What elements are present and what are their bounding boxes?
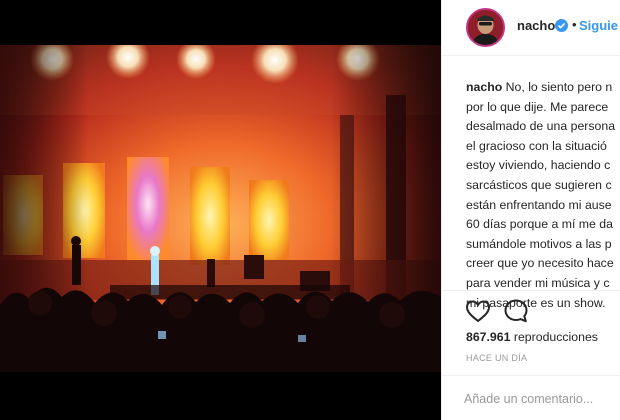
caption-username[interactable]: nacho xyxy=(466,80,502,94)
instagram-post: nacho • Siguie nacho No, lo siento pero … xyxy=(0,0,620,420)
post-header: nacho • Siguie xyxy=(442,0,620,56)
caption-line: creer que yo necesito hace xyxy=(466,256,614,271)
caption-line: están enfrentando mi ause xyxy=(466,197,612,212)
comment-bubble-icon[interactable] xyxy=(503,298,529,324)
caption-line: estoy viviendo, haciendo c xyxy=(466,158,611,173)
header-username[interactable]: nacho xyxy=(517,18,555,33)
post-media[interactable] xyxy=(0,0,441,420)
comment-input[interactable] xyxy=(464,388,619,410)
post-caption: nacho No, lo siento pero n por lo que di… xyxy=(466,78,620,313)
avatar[interactable] xyxy=(466,8,505,47)
follow-button[interactable]: Siguie xyxy=(579,18,618,33)
concert-video-frame[interactable] xyxy=(0,45,441,372)
caption-line: por lo que dije. Me parece xyxy=(466,99,609,114)
caption-first-line: nacho No, lo siento pero n xyxy=(466,78,620,98)
avatar-photo xyxy=(468,10,503,45)
post-timestamp[interactable]: HACE UN DÍA xyxy=(466,353,527,363)
heart-outline-icon[interactable] xyxy=(465,299,491,323)
views-number: 867.961 xyxy=(466,330,511,344)
header-separator: • xyxy=(572,17,577,32)
views-count[interactable]: 867.961 reproducciones xyxy=(466,330,598,344)
caption-text: No, lo siento pero n xyxy=(502,80,613,94)
concert-stage-image xyxy=(0,45,441,372)
caption-line: sumándole motivos a las p xyxy=(466,236,612,251)
post-sidebar: nacho • Siguie nacho No, lo siento pero … xyxy=(441,0,620,420)
caption-line: desalmado de una persona xyxy=(466,119,616,134)
caption-line: el gracioso con la situació xyxy=(466,138,607,153)
add-comment-section xyxy=(442,375,620,420)
verified-badge-icon xyxy=(555,19,568,32)
caption-line: 60 días porque a mí me da xyxy=(466,217,613,232)
post-actions xyxy=(442,290,620,330)
caption-line: sarcásticos que sugieren c xyxy=(466,177,612,192)
views-label: reproducciones xyxy=(510,330,598,344)
